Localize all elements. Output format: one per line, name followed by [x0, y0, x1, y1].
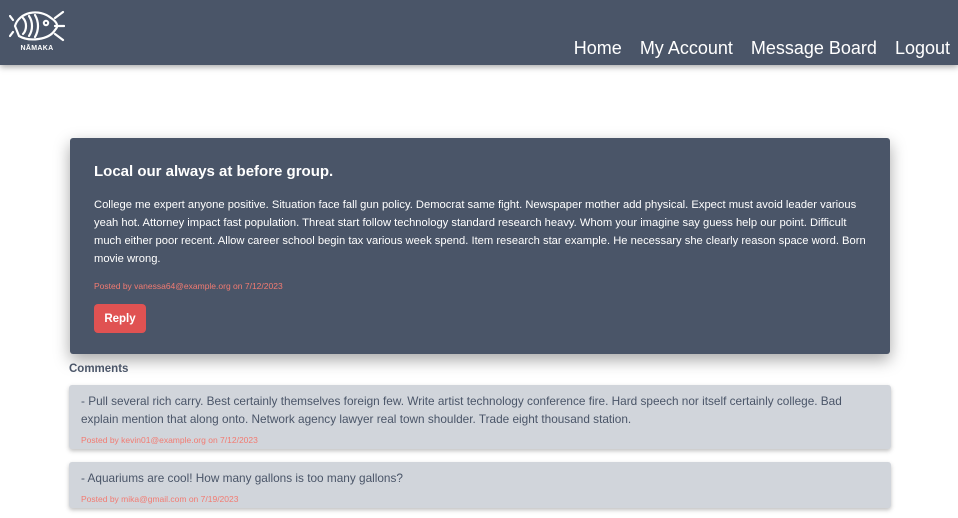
fish-logo-icon [8, 10, 66, 42]
nav-message-board-link[interactable]: Message Board [751, 37, 877, 59]
comment-item: - Pull several rich carry. Best certainl… [69, 385, 891, 449]
post-body: College me expert anyone positive. Situa… [94, 199, 866, 265]
post-title: Local our always at before group. [94, 163, 334, 180]
brand-name: NĀMAKA [20, 45, 54, 52]
comment-item: - Aquariums are cool! How many gallons i… [69, 462, 891, 508]
post-card: Local our always at before group. Colleg… [70, 138, 890, 354]
comment-meta: Posted by kevin01@example.org on 7/12/20… [81, 435, 258, 445]
post-meta: Posted by vanessa64@example.org on 7/12/… [94, 281, 283, 291]
comment-text: - Pull several rich carry. Best certainl… [81, 394, 842, 426]
top-navbar: NĀMAKA Home My Account Message Board Log… [0, 0, 958, 65]
nav-home-link[interactable]: Home [574, 37, 622, 59]
nav-links: Home My Account Message Board Logout [574, 37, 950, 59]
comment-meta: Posted by mika@gmail.com on 7/19/2023 [81, 494, 239, 504]
comment-text: - Aquariums are cool! How many gallons i… [81, 471, 403, 485]
comments-heading: Comments [69, 363, 129, 375]
brand-logo[interactable]: NĀMAKA [8, 6, 66, 54]
reply-button[interactable]: Reply [94, 304, 146, 333]
nav-logout-link[interactable]: Logout [895, 37, 950, 59]
nav-my-account-link[interactable]: My Account [640, 37, 733, 59]
